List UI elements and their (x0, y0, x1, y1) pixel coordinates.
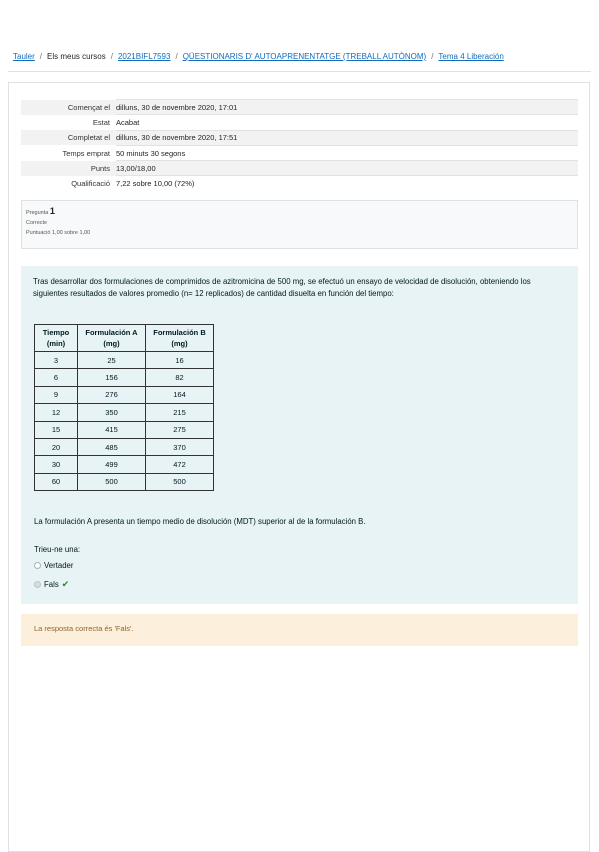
table-cell: 30 (34, 455, 78, 474)
answer-option-false[interactable]: Fals ✔ (34, 579, 69, 590)
summary-row-grade: Qualificació 7,22 sobre 10,00 (72%) (21, 175, 578, 192)
column-header-formulation-b: Formulación B (mg) (145, 324, 214, 352)
table-row: 9 276 164 (34, 385, 214, 405)
breadcrumb: Tauler / Els meus cursos / 2021BIFL7593 / QÜES… (13, 52, 504, 61)
summary-label: Començat el (67, 102, 110, 112)
table-cell: 499 (77, 455, 146, 474)
breadcrumb-separator: / (39, 52, 43, 61)
answer-option-true[interactable]: Vertader (34, 561, 73, 570)
table-cell: 500 (77, 472, 146, 492)
table-row: 12 350 215 (34, 403, 214, 422)
question-number-value: 1 (49, 206, 55, 216)
table-cell: 215 (145, 403, 214, 422)
table-cell: 415 (77, 420, 146, 439)
table-row: 60 500 500 (34, 472, 214, 492)
correct-check-icon: ✔ (61, 579, 70, 589)
column-header-time: Tiempo (min) (34, 324, 78, 352)
breadcrumb-separator: / (431, 52, 434, 61)
table-cell: 370 (145, 437, 214, 457)
summary-label: Qualificació (71, 179, 110, 189)
summary-value: 13,00/18,00 (116, 160, 578, 176)
question-statement: La formulación A presenta un tiempo medi… (34, 517, 366, 526)
table-cell: 12 (34, 403, 78, 422)
question-number-prefix: Pregunta (26, 210, 49, 216)
summary-label: Completat el (67, 133, 110, 143)
question-content: Tras desarrollar dos formulaciones de co… (21, 266, 578, 604)
question-grade: Puntuació 1,00 sobre 1,00 (26, 230, 91, 236)
table-cell: 9 (34, 385, 78, 405)
breadcrumb-item-quiz[interactable]: Tema 4 Liberación (438, 52, 503, 61)
summary-label: Estat (92, 117, 110, 127)
summary-value: 50 minuts 30 segons (116, 144, 578, 161)
radio-button-false[interactable] (34, 581, 41, 588)
table-cell: 350 (77, 403, 146, 422)
summary-value: dilluns, 30 de novembre 2020, 17:51 (116, 129, 578, 146)
question-state: Correcte (26, 220, 48, 226)
question-info-panel: Pregunta 1 Correcte Puntuació 1,00 sobre… (21, 200, 578, 249)
table-cell: 472 (145, 455, 214, 474)
summary-label: Temps emprat (62, 148, 110, 158)
table-row: 30 499 472 (34, 455, 214, 474)
table-cell: 6 (34, 368, 78, 387)
table-cell: 82 (145, 368, 214, 387)
breadcrumb-item-tauler[interactable]: Tauler (13, 52, 35, 61)
table-cell: 485 (77, 437, 146, 457)
question-number: Pregunta 1 (26, 206, 573, 216)
dissolution-data-table: Tiempo (min) Formulación A (mg) Formulació… (34, 324, 214, 492)
breadcrumb-item-course[interactable]: 2021BIFL7593 (118, 52, 171, 61)
summary-label: Punts (90, 163, 110, 173)
answer-prompt: Trieu-ne una: (34, 545, 81, 554)
breadcrumb-separator: / (110, 52, 113, 61)
table-cell: 164 (145, 385, 214, 405)
summary-value: dilluns, 30 de novembre 2020, 17:01 (116, 98, 578, 115)
table-cell: 276 (77, 385, 146, 405)
summary-value: Acabat (116, 114, 578, 131)
summary-row-time-taken: Temps emprat 50 minuts 30 segons (21, 144, 578, 161)
breadcrumb-divider (8, 71, 591, 72)
column-header-formulation-a: Formulación A (mg) (77, 324, 146, 352)
answer-option-label: Fals (44, 580, 59, 589)
breadcrumb-item-section[interactable]: QÜESTIONARIS D' AUTOAPRENENTATGE (TREBAL… (183, 52, 427, 61)
table-cell: 3 (34, 350, 78, 370)
table-row: 15 415 275 (34, 420, 214, 439)
summary-row-completed: Completat el dilluns, 30 de novembre 202… (21, 129, 578, 146)
table-cell: 60 (34, 472, 78, 492)
summary-row-marks: Punts 13,00/18,00 (21, 160, 578, 176)
table-cell: 500 (145, 472, 214, 492)
summary-row-started: Començat el dilluns, 30 de novembre 2020… (21, 98, 578, 115)
radio-button-true[interactable] (34, 562, 41, 569)
table-row: 6 156 82 (34, 368, 214, 387)
question-intro-text: Tras desarrollar dos formulaciones de co… (33, 277, 531, 298)
breadcrumb-item-my-courses: Els meus cursos (47, 52, 106, 61)
table-cell: 156 (77, 368, 146, 387)
answer-option-label: Vertader (44, 561, 74, 570)
table-cell: 275 (145, 420, 214, 439)
table-row: 20 485 370 (34, 437, 214, 457)
summary-value: 7,22 sobre 10,00 (72%) (116, 175, 578, 192)
table-row: 3 25 16 (34, 350, 214, 370)
table-cell: 20 (34, 437, 78, 457)
correct-answer-feedback: La resposta correcta és 'Fals'. (21, 614, 578, 646)
summary-row-state: Estat Acabat (21, 114, 578, 131)
table-header-row: Tiempo (min) Formulación A (mg) Formulació… (34, 324, 214, 352)
table-cell: 25 (77, 350, 146, 370)
table-cell: 16 (145, 350, 214, 370)
table-cell: 15 (34, 420, 78, 439)
breadcrumb-separator: / (175, 52, 178, 61)
attempt-summary-table: Començat el dilluns, 30 de novembre 2020… (21, 98, 578, 192)
